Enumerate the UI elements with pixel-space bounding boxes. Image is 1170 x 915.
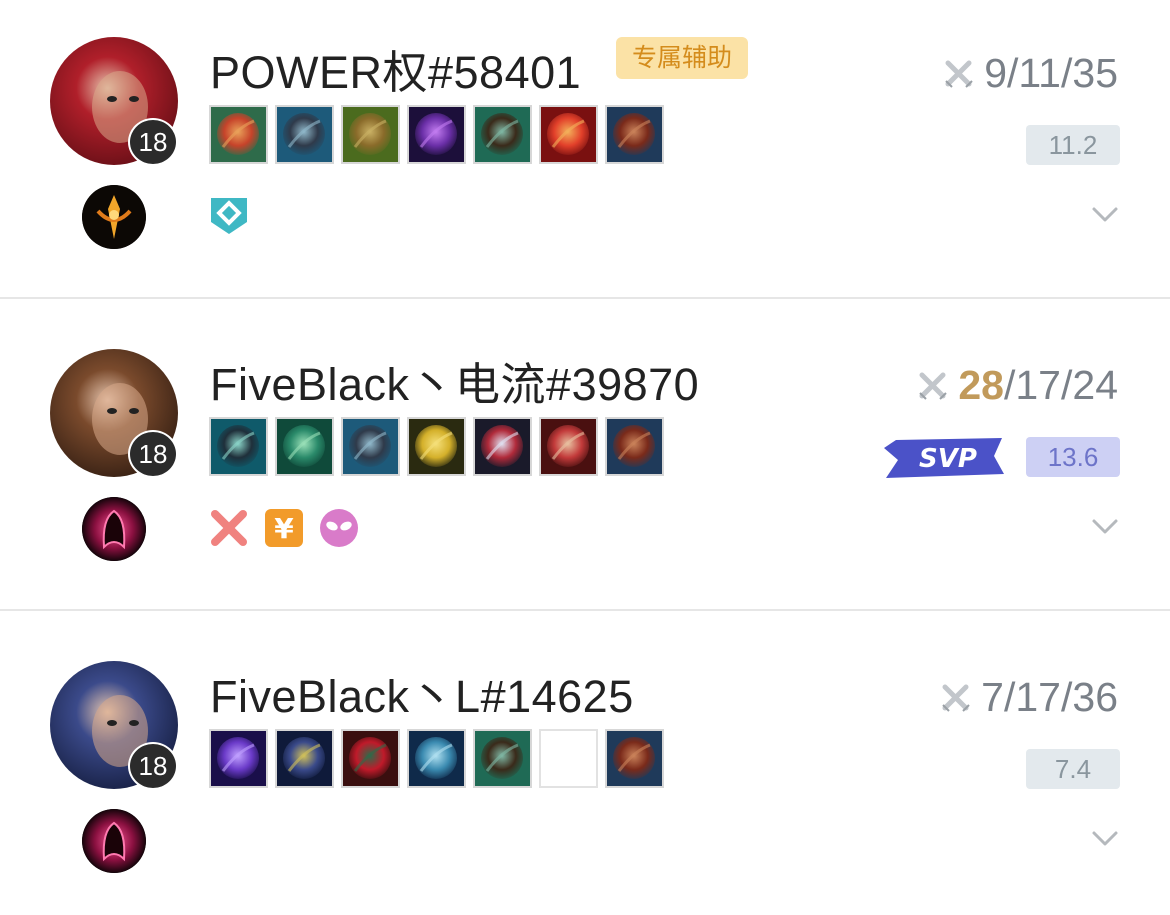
level-badge: 18	[128, 118, 178, 166]
item-purple-mask-icon[interactable]	[407, 105, 466, 164]
svp-badge: SVP	[884, 438, 1004, 478]
domination-rune-icon	[82, 497, 146, 561]
item-warding-icon[interactable]	[605, 417, 664, 476]
score-badge: 7.4	[1026, 749, 1120, 789]
item-red-orb-icon[interactable]	[209, 105, 268, 164]
item-bar	[209, 105, 664, 164]
level-badge: 18	[128, 742, 178, 790]
tag-bar: ¥	[209, 508, 359, 553]
kda-text: 7/17/36	[981, 674, 1118, 720]
item-warding-icon[interactable]	[605, 729, 664, 788]
item-green-disc-icon[interactable]	[275, 417, 334, 476]
kda-deaths: 17	[1015, 362, 1061, 408]
kda-text: 28/17/24	[958, 362, 1118, 408]
kda-kills: 28	[958, 362, 1004, 408]
row-divider	[0, 297, 1170, 299]
item-red-boots-icon[interactable]	[341, 729, 400, 788]
crossed-swords-icon	[919, 372, 948, 400]
score-badge: 13.6	[1026, 437, 1120, 477]
player-name[interactable]: FiveBlack丶电流#39870	[210, 348, 699, 413]
item-red-spear-icon[interactable]	[473, 417, 532, 476]
precision-rune-icon	[82, 185, 146, 249]
crossed-swords-icon	[945, 60, 973, 88]
item-boots-icon[interactable]	[341, 417, 400, 476]
item-red-sword-icon[interactable]	[539, 417, 598, 476]
item-ice-branch-icon[interactable]	[407, 729, 466, 788]
kda-assists: 24	[1072, 362, 1118, 408]
alien-face-icon	[319, 508, 359, 553]
chevron-down-icon[interactable]	[1090, 200, 1120, 230]
role-tag: 专属辅助	[616, 37, 749, 79]
crossed-swords-tag-icon	[209, 508, 249, 553]
chevron-down-icon[interactable]	[1090, 512, 1120, 542]
diamond-shield-icon	[209, 196, 249, 241]
item-warding-icon[interactable]	[605, 105, 664, 164]
item-slot-empty	[539, 729, 598, 788]
kda-kills: 7	[981, 674, 1004, 720]
domination-rune-icon	[82, 809, 146, 873]
svg-text:¥: ¥	[274, 512, 294, 545]
score-badge: 11.2	[1026, 125, 1120, 165]
item-dark-helm-icon[interactable]	[275, 729, 334, 788]
player-row[interactable]: 18 FiveBlack丶电流#39870 ¥ 28/17/24 SVP 13.…	[0, 312, 1170, 624]
kda-assists: 35	[1072, 50, 1118, 96]
kda-text: 9/11/35	[984, 50, 1118, 96]
player-row[interactable]: 18 FiveBlack丶L#14625 7/17/36 7.4	[0, 624, 1170, 915]
item-chain-shield-icon[interactable]	[473, 729, 532, 788]
gold-yen-icon: ¥	[264, 508, 304, 553]
item-boots-icon[interactable]	[275, 105, 334, 164]
item-chain-shield-icon[interactable]	[473, 105, 532, 164]
item-bar	[209, 729, 664, 788]
kda-display: 9/11/35	[942, 50, 1118, 97]
tag-bar	[209, 196, 249, 241]
item-green-armor-icon[interactable]	[341, 105, 400, 164]
kda-deaths: 11	[1018, 50, 1061, 96]
kda-assists: 36	[1072, 674, 1118, 720]
kda-kills: 9	[984, 50, 1008, 96]
chevron-down-icon[interactable]	[1090, 824, 1120, 854]
player-name[interactable]: POWER权#58401	[210, 36, 581, 101]
player-name[interactable]: FiveBlack丶L#14625	[210, 660, 634, 725]
svp-label: SVP	[919, 444, 977, 474]
row-divider	[0, 609, 1170, 611]
player-row[interactable]: 18 POWER权#58401 专属辅助 9/11/35 11.2	[0, 0, 1170, 312]
item-purple-staff-icon[interactable]	[209, 729, 268, 788]
level-badge: 18	[128, 430, 178, 478]
kda-deaths: 17	[1015, 674, 1061, 720]
item-lightning-blade-icon[interactable]	[407, 417, 466, 476]
kda-display: 28/17/24	[916, 362, 1118, 409]
item-blaster-icon[interactable]	[209, 417, 268, 476]
item-bar	[209, 417, 664, 476]
crossed-swords-icon	[942, 684, 970, 712]
item-fire-orb-icon[interactable]	[539, 105, 598, 164]
kda-display: 7/17/36	[939, 674, 1118, 721]
